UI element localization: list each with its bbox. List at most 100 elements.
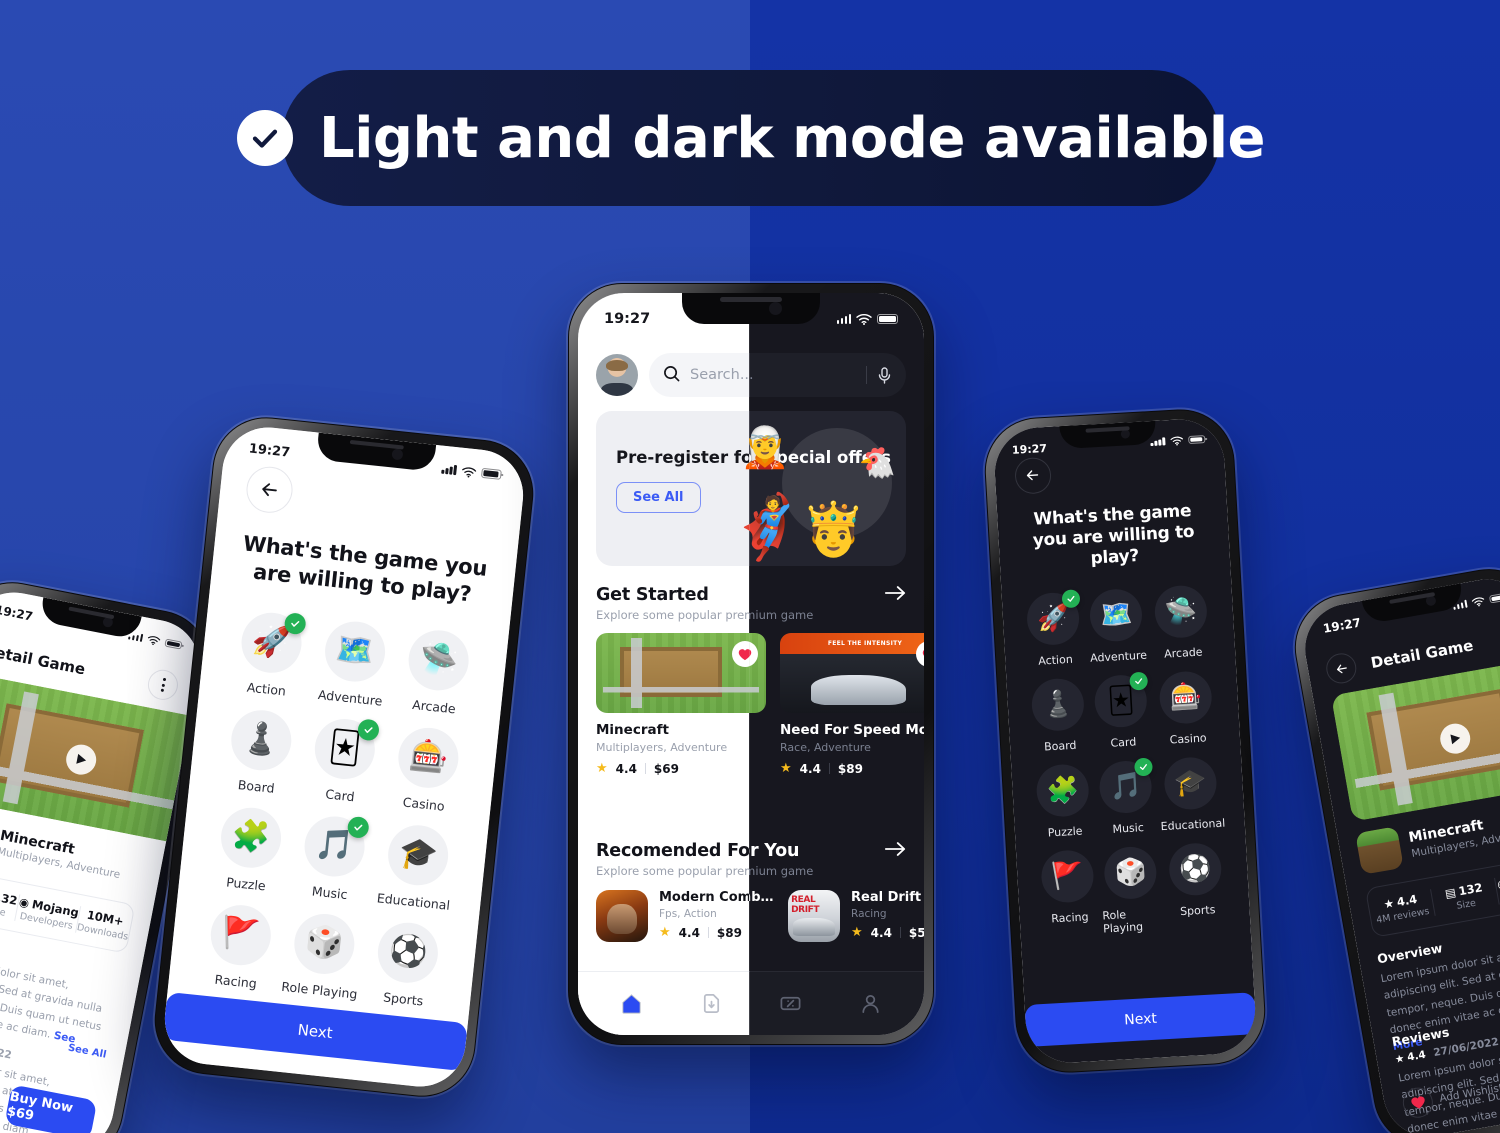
star-icon: ★ (1382, 895, 1396, 911)
category-item-board[interactable]: ♟️ Board (1026, 676, 1091, 754)
racing-flag-icon: 🚩 (207, 901, 274, 968)
category-item-educational[interactable]: 🎓 Educational (1157, 755, 1226, 833)
category-item-action[interactable]: 🚀 Action (1021, 588, 1086, 668)
stat-developer: ◉Mojang Developers (14, 893, 80, 933)
back-button[interactable] (243, 464, 295, 516)
category-item-adventure[interactable]: 🗺️ Adventure (1084, 587, 1149, 664)
category-label: Educational (1160, 816, 1226, 833)
category-label: Racing (1050, 909, 1089, 926)
spaceship-icon: 🛸 (1153, 583, 1209, 639)
category-item-action[interactable]: 🚀 Action (225, 608, 316, 700)
wifi-icon (1471, 597, 1485, 607)
review-rating: 4.4 (1406, 1048, 1427, 1064)
category-item-arcade[interactable]: 🛸 Arcade (1147, 583, 1216, 661)
arrow-right-icon[interactable] (884, 585, 906, 605)
real-drift-thumb: REAL DRIFT (788, 890, 840, 942)
ticket-discount-icon[interactable] (778, 991, 804, 1017)
category-label: Music (1112, 820, 1145, 836)
mic-button[interactable] (866, 366, 892, 384)
category-icon-wrap: 🚩 (207, 901, 274, 968)
battery-icon (164, 638, 183, 650)
status-icons (127, 630, 183, 650)
front-camera-icon (768, 302, 782, 315)
front-camera-icon (390, 448, 403, 461)
category-icon-wrap: 🎲 (291, 910, 358, 977)
category-icon-wrap: ♟️ (228, 707, 295, 773)
category-label: Music (311, 883, 349, 902)
category-label: Sports (1179, 902, 1216, 918)
spaceship-icon: 🛸 (405, 627, 472, 694)
list-item[interactable]: REAL DRIFT Real Drift Racing ★ 4.4 $59 (788, 890, 924, 942)
back-button[interactable] (1323, 651, 1359, 686)
game-card[interactable]: FEEL THE INTENSITY Need For Speed Most..… (780, 633, 924, 776)
game-rating: 4.4 (870, 925, 892, 940)
game-card[interactable]: Minecraft Multiplayers, Adventure ★ 4.4 $6… (596, 633, 750, 776)
category-item-puzzle[interactable]: 🧩 Puzzle (1031, 762, 1096, 840)
stat-value: 4.4 (1395, 891, 1419, 909)
category-item-racing[interactable]: 🚩 Racing (194, 901, 285, 993)
category-icon-wrap: 🗺️ (1088, 587, 1144, 643)
category-item-sports[interactable]: ⚽ Sports (362, 918, 453, 1010)
status-time: 19:27 (0, 602, 35, 624)
category-item-card[interactable]: 🃏 Card (1089, 671, 1154, 750)
board-pieces-icon: ♟️ (1030, 676, 1086, 732)
wifi-icon (856, 313, 872, 325)
category-icon-wrap: 🎰 (1158, 669, 1214, 725)
stat-rating: ★ 4.4 4M reviews (1368, 889, 1435, 927)
promo-see-all-button[interactable]: See All (616, 482, 701, 514)
category-item-racing[interactable]: 🚩 Racing (1036, 848, 1102, 938)
avatar[interactable] (596, 354, 638, 396)
category-item-music[interactable]: 🎵 Music (288, 812, 379, 904)
category-item-sports[interactable]: ⚽ Sports (1162, 841, 1231, 931)
category-label: Casino (402, 794, 446, 814)
dice-cube-icon: 🎲 (291, 910, 358, 977)
list-item[interactable]: Modern Combat 4:... Fps, Action ★4.4$89 (596, 890, 749, 942)
category-item-card[interactable]: 🃏 Card (298, 715, 389, 807)
graduation-cap-icon: 🎓 (1163, 755, 1219, 811)
game-name: Real Drift (851, 890, 922, 905)
category-item-puzzle[interactable]: 🧩 Puzzle (204, 803, 295, 895)
category-item-adventure[interactable]: 🗺️ Adventure (309, 617, 400, 709)
selected-check-icon (356, 718, 381, 742)
category-icon-wrap: 🚀 (1025, 588, 1081, 646)
category-icon-wrap: 🚩 (1040, 848, 1095, 904)
battery-icon (1488, 592, 1500, 604)
person-icon[interactable] (857, 991, 883, 1017)
minecraft-app-icon (1355, 826, 1404, 875)
arrow-right-icon[interactable] (884, 841, 906, 861)
game-rating: 4.4 (615, 761, 637, 776)
screen-category-dark: 19:27 What's the game you are willing to… (992, 417, 1258, 1065)
status-time: 19:27 (1321, 615, 1363, 636)
wishlist-label: Add Wishlist (1438, 1081, 1500, 1105)
category-label: Casino (1169, 731, 1207, 747)
play-icon[interactable] (63, 742, 99, 778)
puzzle-icon: 🧩 (1035, 762, 1091, 818)
category-icon-wrap: 🎵 (1098, 757, 1154, 815)
back-button[interactable] (1013, 456, 1052, 495)
category-icon-wrap: 🗺️ (322, 618, 389, 685)
category-item-educational[interactable]: 🎓 Educational (372, 821, 463, 913)
category-item-casino[interactable]: 🎰 Casino (1152, 669, 1221, 746)
selected-check-icon (1129, 671, 1149, 691)
screen-home-split: 19:27 Search... (578, 293, 924, 1035)
play-icon[interactable] (1437, 721, 1473, 757)
file-download-icon[interactable] (698, 991, 724, 1017)
selected-check-icon (1061, 588, 1081, 608)
category-label: Puzzle (1047, 824, 1083, 840)
category-item-role-playing[interactable]: 🎲 Role Playing (278, 910, 369, 1002)
arrow-left-icon (261, 483, 277, 497)
category-item-arcade[interactable]: 🛸 Arcade (392, 626, 483, 718)
map-icon: 🗺️ (1088, 587, 1144, 643)
heart-icon (1400, 1085, 1436, 1121)
category-item-role-playing[interactable]: 🎲 Role Playing (1099, 845, 1165, 935)
more-vertical-icon[interactable] (145, 667, 181, 703)
racing-flag-icon: 🚩 (1040, 848, 1095, 904)
category-item-casino[interactable]: 🎰 Casino (382, 723, 473, 815)
cellular-signal-icon (836, 314, 851, 324)
category-label: Racing (213, 971, 258, 991)
home-icon[interactable] (619, 991, 645, 1017)
category-item-music[interactable]: 🎵 Music (1094, 757, 1159, 836)
category-icon-wrap: ♟️ (1030, 676, 1086, 732)
category-icon-wrap: 🎰 (395, 724, 462, 791)
category-item-board[interactable]: ♟️ Board (215, 706, 306, 798)
